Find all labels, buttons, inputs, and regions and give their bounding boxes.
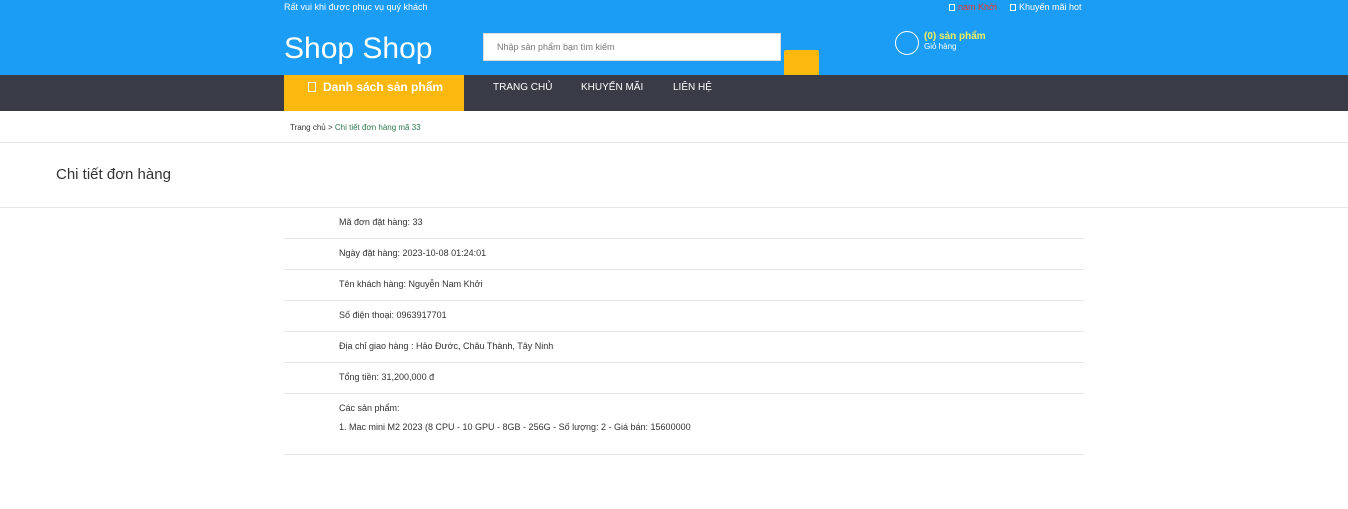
user-link-label: nam Khởi: [958, 2, 997, 12]
header: Shop Shop (0) sản phẩm Giỏ hàng: [0, 20, 1348, 76]
total-row: Tổng tiền: 31,200,000 đ: [284, 363, 1084, 394]
order-id-row: Mã đơn đặt hàng: 33: [284, 208, 1084, 239]
products-row: Các sản phẩm: 1. Mac mini M2 2023 (8 CPU…: [284, 394, 1084, 455]
phone-number: Số điện thoại: 0963917701: [339, 310, 447, 320]
order-date: Ngày đặt hàng: 2023-10-08 01:24:01: [339, 248, 487, 258]
user-icon: [949, 3, 955, 11]
cart-icon: [895, 31, 919, 55]
gift-icon: [1010, 3, 1016, 11]
order-details: Mã đơn đặt hàng: 33 Ngày đặt hàng: 2023-…: [284, 208, 1084, 455]
top-bar: Rất vui khi được phục vụ quý khách nam K…: [0, 0, 1348, 20]
search-button[interactable]: [784, 50, 819, 76]
breadcrumb-current: Chi tiết đơn hàng mã 33: [334, 123, 421, 132]
products-label: Các sản phẩm:: [339, 403, 400, 413]
list-icon: [308, 82, 316, 92]
order-total: Tổng tiền: 31,200,000 đ: [339, 372, 435, 382]
search-input[interactable]: [483, 33, 781, 61]
promo-link-label: Khuyến mãi hot: [1019, 2, 1082, 12]
nav-promotions[interactable]: KHUYẾN MÃI: [581, 82, 643, 93]
welcome-text: Rất vui khi được phục vụ quý khách: [284, 2, 428, 12]
shipping-address: Địa chỉ giao hàng : Hảo Đước, Châu Thành…: [339, 341, 554, 351]
breadcrumb-bar: Trang chủ > Chi tiết đơn hàng mã 33: [0, 111, 1348, 143]
breadcrumb: Trang chủ > Chi tiết đơn hàng mã 33: [290, 123, 421, 132]
breadcrumb-separator: >: [327, 123, 333, 132]
cart-count: (0) sản phẩm: [924, 31, 986, 42]
product-item: 1. Mac mini M2 2023 (8 CPU - 10 GPU - 8G…: [339, 422, 691, 432]
main-nav: Danh sách sản phẩm TRANG CHỦ KHUYẾN MÃI …: [0, 75, 1348, 111]
nav-contact[interactable]: LIÊN HỆ: [673, 82, 712, 93]
page-title: Chi tiết đơn hàng: [56, 166, 171, 183]
category-menu-button[interactable]: Danh sách sản phẩm: [284, 75, 464, 111]
promo-link[interactable]: Khuyến mãi hot: [1010, 2, 1082, 12]
customer-name: Tên khách hàng: Nguyễn Nam Khởi: [339, 279, 483, 289]
address-row: Địa chỉ giao hàng : Hảo Đước, Châu Thành…: [284, 332, 1084, 363]
phone-row: Số điện thoại: 0963917701: [284, 301, 1084, 332]
order-id: Mã đơn đặt hàng: 33: [339, 217, 423, 227]
cart-label: Giỏ hàng: [924, 42, 957, 51]
customer-name-row: Tên khách hàng: Nguyễn Nam Khởi: [284, 270, 1084, 301]
cart[interactable]: (0) sản phẩm Giỏ hàng: [895, 31, 986, 55]
page-title-bar: Chi tiết đơn hàng: [0, 143, 1348, 208]
logo[interactable]: Shop Shop: [284, 32, 432, 66]
user-link[interactable]: nam Khởi: [949, 2, 997, 12]
category-menu-label: Danh sách sản phẩm: [323, 80, 444, 94]
order-date-row: Ngày đặt hàng: 2023-10-08 01:24:01: [284, 239, 1084, 270]
nav-home[interactable]: TRANG CHỦ: [493, 82, 552, 93]
breadcrumb-home[interactable]: Trang chủ: [290, 123, 326, 132]
